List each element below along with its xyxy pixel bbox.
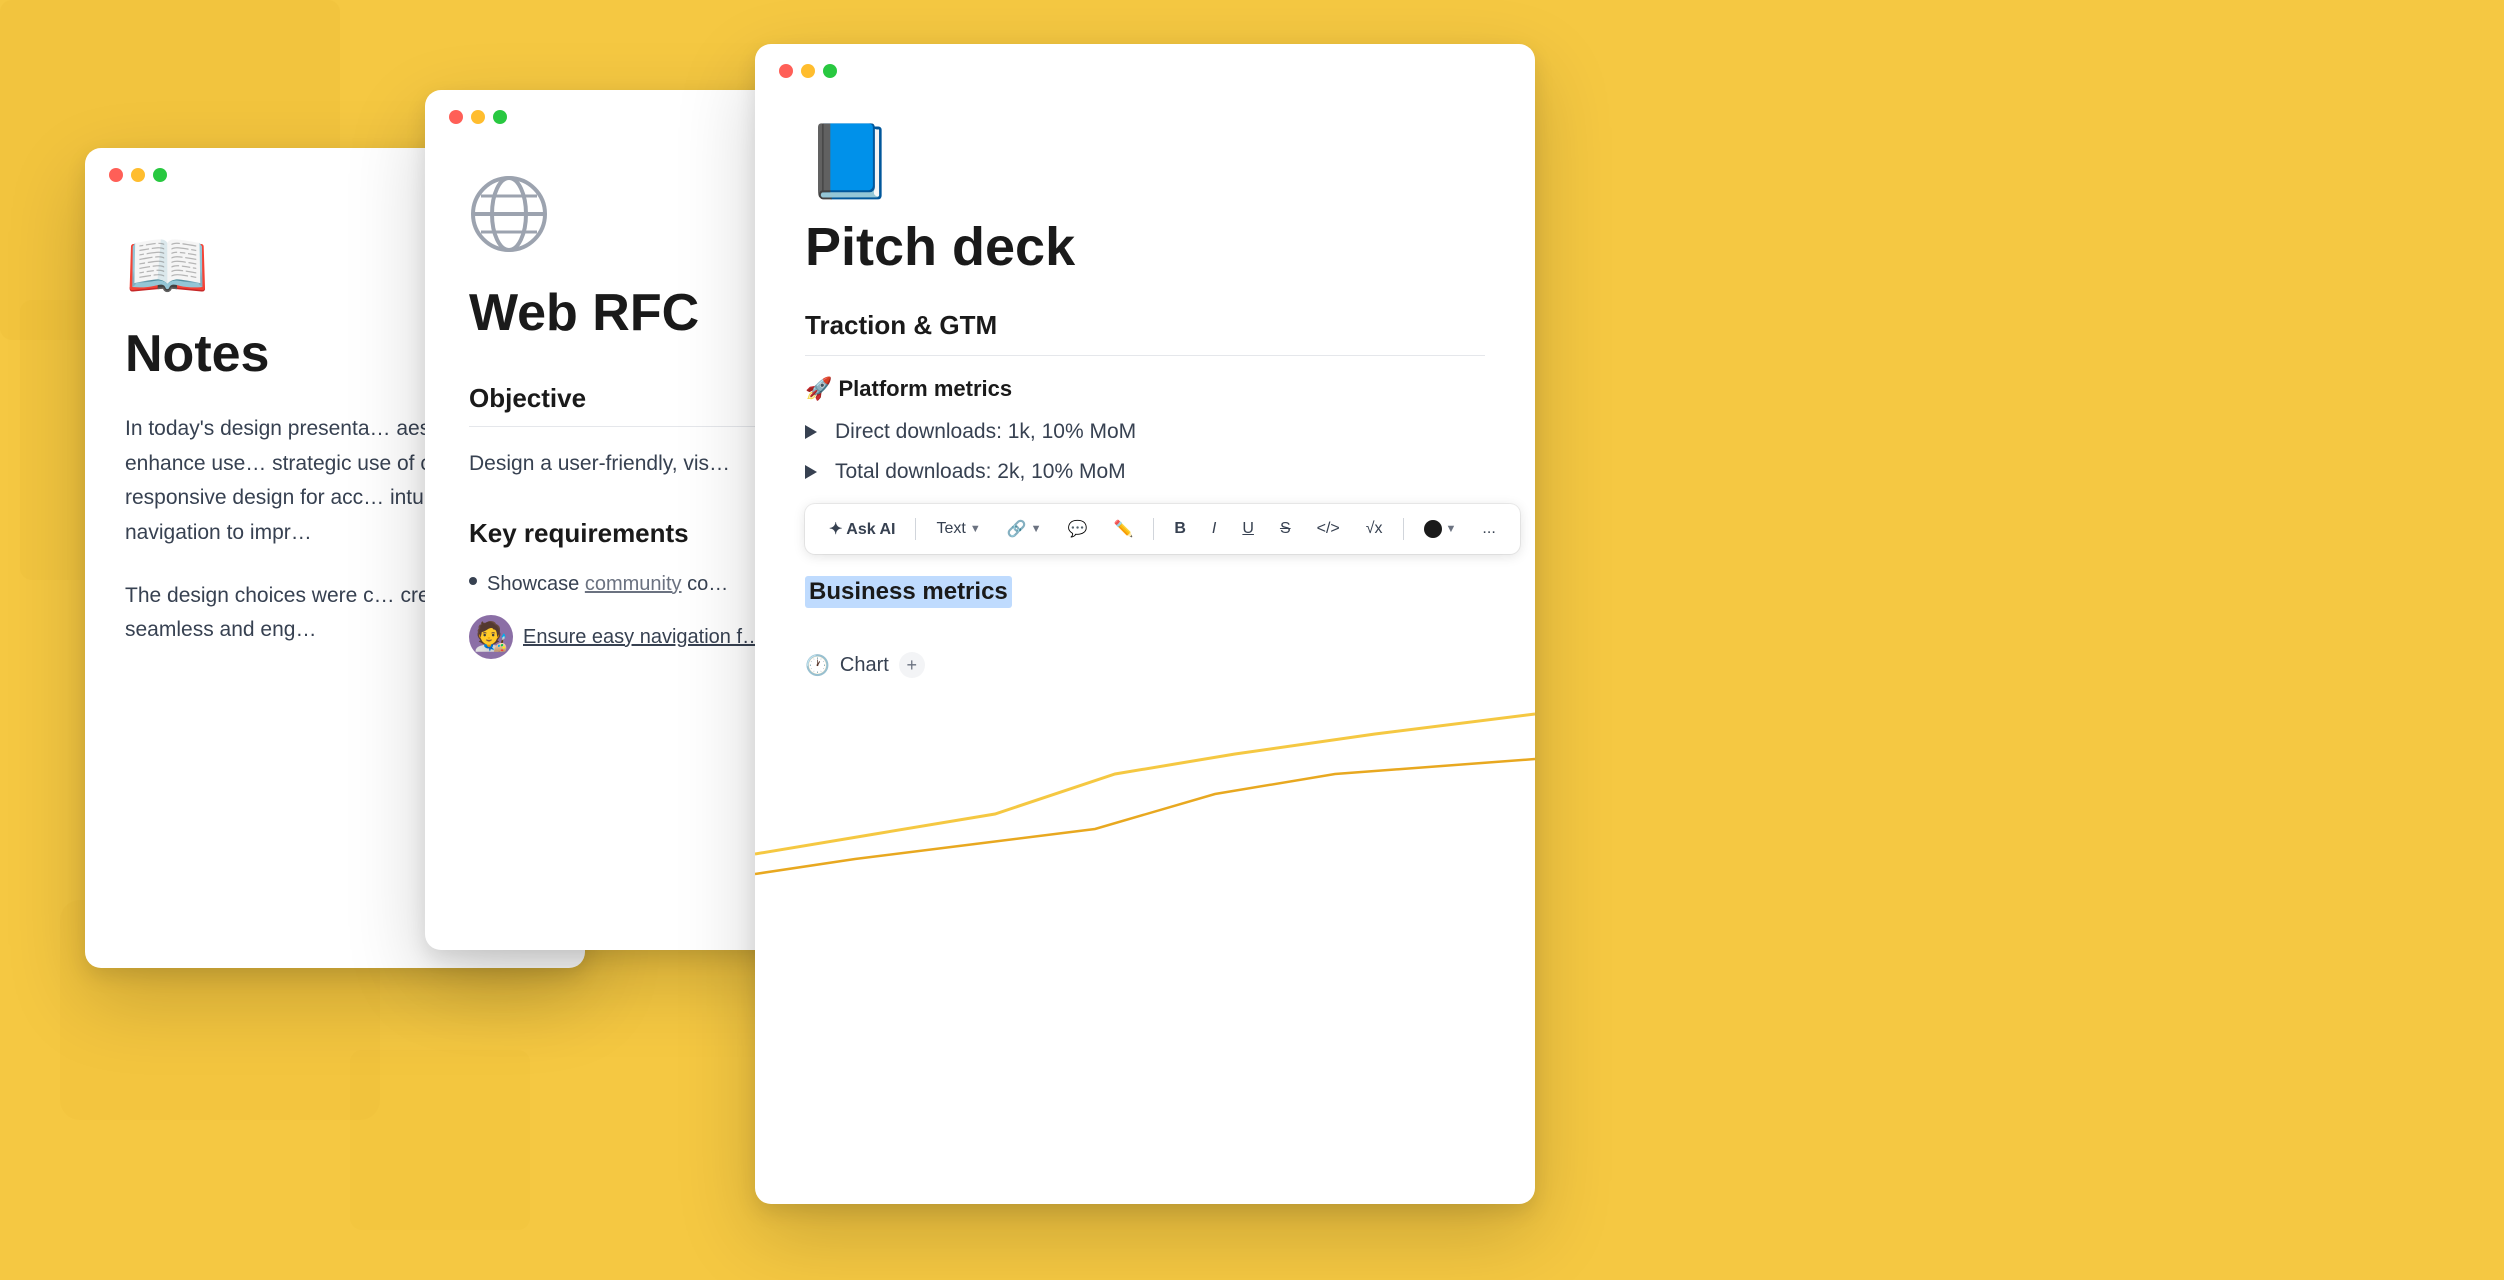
window-pitch: 📘 Pitch deck Traction & GTM 🚀 Platform m… bbox=[755, 44, 1535, 1204]
pitch-book-icon: 📘 bbox=[805, 126, 1485, 198]
toolbar-divider-3 bbox=[1403, 518, 1404, 540]
math-button[interactable]: √x bbox=[1356, 515, 1393, 543]
rfc-maximize-button[interactable] bbox=[493, 110, 507, 124]
toolbar-divider-1 bbox=[915, 518, 916, 540]
globe-icon bbox=[469, 174, 549, 254]
rfc-bullet-1 bbox=[469, 577, 477, 585]
pitch-download-text-2: Total downloads: 2k, 10% MoM bbox=[835, 460, 1126, 484]
text-style-label: Text bbox=[936, 520, 965, 538]
pitch-section-heading: Traction & GTM bbox=[805, 310, 1485, 356]
chart-add-button[interactable]: + bbox=[899, 652, 925, 678]
rfc-minimize-button[interactable] bbox=[471, 110, 485, 124]
pitch-title: Pitch deck bbox=[805, 216, 1485, 278]
pitch-download-item-2: Total downloads: 2k, 10% MoM bbox=[805, 460, 1485, 484]
strikethrough-label: S bbox=[1280, 520, 1291, 538]
color-dot bbox=[1424, 520, 1442, 538]
chart-header: 🕐 Chart + bbox=[805, 652, 1485, 678]
link-chevron-icon: ▼ bbox=[1031, 523, 1042, 535]
pitch-titlebar bbox=[755, 44, 1535, 98]
notes-maximize-button[interactable] bbox=[153, 168, 167, 182]
strikethrough-button[interactable]: S bbox=[1270, 515, 1301, 543]
clock-icon: 🕐 bbox=[805, 653, 830, 678]
pitch-maximize-button[interactable] bbox=[823, 64, 837, 78]
rfc-close-button[interactable] bbox=[449, 110, 463, 124]
rfc-item1-prefix: Showcase bbox=[487, 573, 585, 595]
color-chevron-icon: ▼ bbox=[1446, 523, 1457, 535]
italic-button[interactable]: I bbox=[1202, 515, 1226, 543]
rfc-item2-text: Ensure easy navigation f… bbox=[523, 622, 762, 652]
comment-icon: 💬 bbox=[1068, 519, 1088, 539]
bold-label: B bbox=[1174, 520, 1186, 538]
text-style-dropdown[interactable]: Text ▼ bbox=[926, 515, 990, 543]
more-button[interactable]: ... bbox=[1472, 515, 1505, 543]
edit-button[interactable]: ✏️ bbox=[1103, 514, 1143, 544]
text-chevron-icon: ▼ bbox=[970, 523, 981, 535]
chart-svg bbox=[755, 694, 1535, 894]
bold-button[interactable]: B bbox=[1164, 515, 1196, 543]
arrow-icon-2 bbox=[805, 465, 817, 479]
link-button[interactable]: 🔗 ▼ bbox=[997, 514, 1052, 544]
pitch-close-button[interactable] bbox=[779, 64, 793, 78]
pitch-platform-metrics: 🚀 Platform metrics bbox=[805, 376, 1485, 402]
pitch-toolbar: ✦ Ask AI Text ▼ 🔗 ▼ 💬 ✏️ B I bbox=[805, 504, 1520, 554]
chart-area bbox=[755, 694, 1535, 894]
rfc-item1-link[interactable]: community bbox=[585, 573, 682, 595]
code-label: </> bbox=[1317, 520, 1340, 538]
code-button[interactable]: </> bbox=[1307, 515, 1350, 543]
toolbar-divider-2 bbox=[1153, 518, 1154, 540]
more-icon: ... bbox=[1482, 520, 1495, 538]
notes-close-button[interactable] bbox=[109, 168, 123, 182]
business-metrics-row: Business metrics bbox=[805, 576, 1485, 630]
rfc-item1-text: Showcase community co… bbox=[487, 569, 728, 599]
chart-label: Chart bbox=[840, 654, 889, 677]
underline-label: U bbox=[1242, 520, 1254, 538]
business-metrics-label: Business metrics bbox=[805, 576, 1012, 608]
comment-button[interactable]: 💬 bbox=[1058, 514, 1098, 544]
link-icon: 🔗 bbox=[1007, 519, 1027, 539]
pitch-download-text-1: Direct downloads: 1k, 10% MoM bbox=[835, 420, 1136, 444]
rfc-item2-underlined: Ensure easy navigation f… bbox=[523, 622, 762, 652]
edit-icon: ✏️ bbox=[1113, 519, 1133, 539]
rfc-item1-suffix: co… bbox=[682, 573, 729, 595]
pitch-download-item-1: Direct downloads: 1k, 10% MoM bbox=[805, 420, 1485, 444]
ask-ai-button[interactable]: ✦ Ask AI bbox=[819, 514, 905, 544]
math-label: √x bbox=[1366, 520, 1383, 538]
notes-minimize-button[interactable] bbox=[131, 168, 145, 182]
arrow-icon-1 bbox=[805, 425, 817, 439]
pitch-content: 📘 Pitch deck Traction & GTM 🚀 Platform m… bbox=[755, 98, 1535, 922]
underline-button[interactable]: U bbox=[1232, 515, 1264, 543]
pitch-minimize-button[interactable] bbox=[801, 64, 815, 78]
avatar: 🧑‍🎨 bbox=[469, 615, 513, 659]
italic-label: I bbox=[1212, 520, 1216, 538]
color-button[interactable]: ▼ bbox=[1414, 515, 1467, 543]
plus-icon: + bbox=[907, 655, 918, 676]
